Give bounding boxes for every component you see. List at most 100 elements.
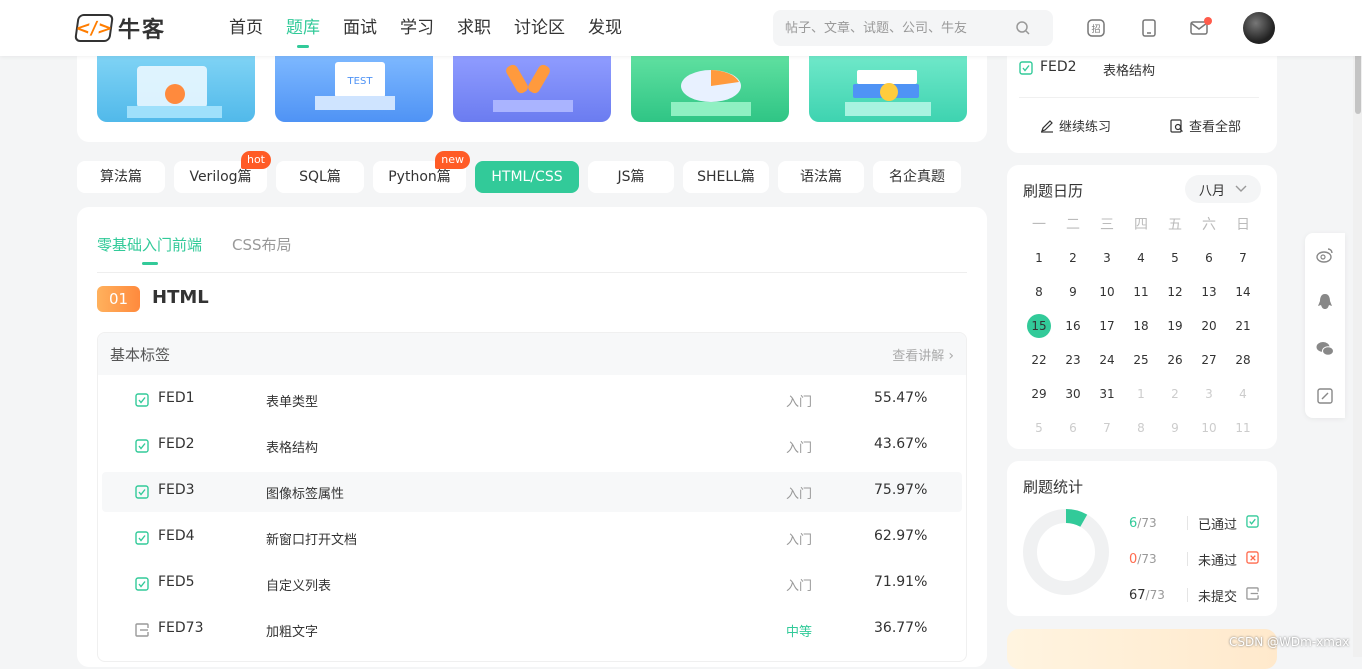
recent-question-id[interactable]: FED2 bbox=[1040, 59, 1077, 75]
qq-icon[interactable] bbox=[1315, 292, 1335, 312]
search-box[interactable] bbox=[773, 10, 1053, 46]
calendar-day[interactable]: 13 bbox=[1192, 285, 1226, 299]
recent-question-name[interactable]: 表格结构 bbox=[1103, 60, 1155, 79]
month-select[interactable]: 八月 bbox=[1185, 175, 1261, 203]
tab-css-layout[interactable]: CSS布局 bbox=[232, 234, 292, 255]
calendar-day[interactable]: 10 bbox=[1192, 421, 1226, 435]
wechat-icon[interactable] bbox=[1315, 339, 1335, 359]
question-id[interactable]: FED1 bbox=[158, 390, 195, 406]
topic-tag[interactable]: Python篇 new bbox=[373, 151, 470, 193]
calendar-day[interactable]: 21 bbox=[1226, 319, 1260, 333]
question-id[interactable]: FED2 bbox=[158, 436, 195, 452]
view-all-button[interactable]: 查看全部 bbox=[1170, 116, 1241, 135]
question-row[interactable]: FED3 图像标签属性 入门 75.97% bbox=[102, 472, 962, 512]
calendar-day[interactable]: 5 bbox=[1022, 421, 1056, 435]
user-avatar[interactable] bbox=[1243, 12, 1275, 44]
topic-tag[interactable]: HTML/CSS bbox=[475, 161, 579, 193]
banner-sql[interactable] bbox=[809, 56, 967, 122]
calendar-day[interactable]: 1 bbox=[1124, 387, 1158, 401]
calendar-day[interactable]: 20 bbox=[1192, 319, 1226, 333]
question-row[interactable]: FED1 表单类型 入门 55.47% bbox=[102, 380, 962, 420]
calendar-day[interactable]: 3 bbox=[1090, 251, 1124, 265]
calendar-day[interactable]: 6 bbox=[1056, 421, 1090, 435]
calendar-day[interactable]: 2 bbox=[1158, 387, 1192, 401]
nav-discover[interactable]: 发现 bbox=[588, 16, 622, 40]
question-id[interactable]: FED3 bbox=[158, 482, 195, 498]
feedback-icon[interactable] bbox=[1315, 386, 1335, 406]
recruit-icon[interactable]: 招 bbox=[1085, 17, 1107, 39]
question-row[interactable]: FED73 加粗文字 中等 36.77% bbox=[102, 610, 962, 650]
calendar-day[interactable]: 22 bbox=[1022, 353, 1056, 367]
calendar-day[interactable]: 4 bbox=[1124, 251, 1158, 265]
nav-discuss[interactable]: 讨论区 bbox=[514, 16, 565, 40]
calendar-day[interactable]: 19 bbox=[1158, 319, 1192, 333]
calendar-day[interactable]: 10 bbox=[1090, 285, 1124, 299]
calendar-day[interactable]: 9 bbox=[1158, 421, 1192, 435]
question-name[interactable]: 图像标签属性 bbox=[266, 483, 344, 502]
calendar-day[interactable]: 9 bbox=[1056, 285, 1090, 299]
calendar-day[interactable]: 8 bbox=[1124, 421, 1158, 435]
calendar-day[interactable]: 17 bbox=[1090, 319, 1124, 333]
topic-tag[interactable]: 语法篇 bbox=[778, 161, 864, 193]
stat-label[interactable]: 已通过 bbox=[1198, 514, 1246, 533]
calendar-day[interactable]: 23 bbox=[1056, 353, 1090, 367]
search-icon[interactable] bbox=[1015, 20, 1031, 36]
calendar-day[interactable]: 5 bbox=[1158, 251, 1192, 265]
calendar-day[interactable]: 2 bbox=[1056, 251, 1090, 265]
calendar-day[interactable]: 29 bbox=[1022, 387, 1056, 401]
calendar-day[interactable]: 18 bbox=[1124, 319, 1158, 333]
nav-question-bank[interactable]: 题库 bbox=[286, 16, 320, 48]
banner-hello-world[interactable] bbox=[453, 56, 611, 122]
topic-tag[interactable]: JS篇 bbox=[588, 161, 674, 193]
question-row[interactable]: FED4 新窗口打开文档 入门 62.97% bbox=[102, 518, 962, 558]
banner-algorithm[interactable] bbox=[97, 56, 255, 122]
question-name[interactable]: 新窗口打开文档 bbox=[266, 529, 357, 548]
topic-tag[interactable]: 算法篇 bbox=[77, 161, 165, 193]
calendar-day[interactable]: 4 bbox=[1226, 387, 1260, 401]
nav-jobs[interactable]: 求职 bbox=[457, 16, 491, 40]
question-name[interactable]: 加粗文字 bbox=[266, 621, 318, 640]
calendar-day[interactable]: 30 bbox=[1056, 387, 1090, 401]
question-name[interactable]: 自定义列表 bbox=[266, 575, 331, 594]
stat-label[interactable]: 未提交 bbox=[1198, 586, 1246, 605]
calendar-day[interactable]: 11 bbox=[1226, 421, 1260, 435]
question-row[interactable]: FED5 自定义列表 入门 71.91% bbox=[102, 564, 962, 604]
calendar-day[interactable]: 11 bbox=[1124, 285, 1158, 299]
mobile-app-icon[interactable] bbox=[1138, 17, 1160, 39]
calendar-day[interactable]: 16 bbox=[1056, 319, 1090, 333]
question-id[interactable]: FED5 bbox=[158, 574, 195, 590]
question-row[interactable]: FED2 表格结构 入门 43.67% bbox=[102, 426, 962, 466]
stat-label[interactable]: 未通过 bbox=[1198, 550, 1246, 569]
calendar-day[interactable]: 8 bbox=[1022, 285, 1056, 299]
calendar-day[interactable]: 3 bbox=[1192, 387, 1226, 401]
calendar-day[interactable]: 28 bbox=[1226, 353, 1260, 367]
calendar-day[interactable]: 1 bbox=[1022, 251, 1056, 265]
calendar-day[interactable]: 6 bbox=[1192, 251, 1226, 265]
search-input[interactable] bbox=[785, 20, 1015, 36]
banner-percent[interactable] bbox=[631, 56, 789, 122]
calendar-day[interactable]: 24 bbox=[1090, 353, 1124, 367]
nav-learn[interactable]: 学习 bbox=[400, 16, 434, 40]
weibo-icon[interactable] bbox=[1315, 245, 1335, 265]
calendar-day[interactable]: 7 bbox=[1090, 421, 1124, 435]
banner-test[interactable]: TEST bbox=[275, 56, 433, 122]
topic-tag[interactable]: Verilog篇 hot bbox=[174, 151, 271, 193]
topic-tag[interactable]: 名企真题 bbox=[873, 161, 961, 193]
calendar-day[interactable]: 14 bbox=[1226, 285, 1260, 299]
question-id[interactable]: FED4 bbox=[158, 528, 195, 544]
topic-tag[interactable]: SQL篇 bbox=[276, 161, 364, 193]
calendar-day[interactable]: 31 bbox=[1090, 387, 1124, 401]
calendar-day[interactable]: 25 bbox=[1124, 353, 1158, 367]
site-logo[interactable]: </> 牛客 bbox=[74, 13, 166, 43]
calendar-day[interactable]: 27 bbox=[1192, 353, 1226, 367]
topic-tag[interactable]: SHELL篇 bbox=[683, 161, 769, 193]
nav-home[interactable]: 首页 bbox=[229, 16, 263, 40]
calendar-day[interactable]: 12 bbox=[1158, 285, 1192, 299]
calendar-day[interactable]: 26 bbox=[1158, 353, 1192, 367]
view-detail-link[interactable]: 查看讲解 › bbox=[892, 345, 954, 364]
nav-interview[interactable]: 面试 bbox=[343, 16, 377, 40]
question-name[interactable]: 表格结构 bbox=[266, 437, 318, 456]
calendar-day[interactable]: 7 bbox=[1226, 251, 1260, 265]
calendar-day-today[interactable]: 15 bbox=[1022, 314, 1056, 338]
question-id[interactable]: FED73 bbox=[158, 620, 204, 636]
